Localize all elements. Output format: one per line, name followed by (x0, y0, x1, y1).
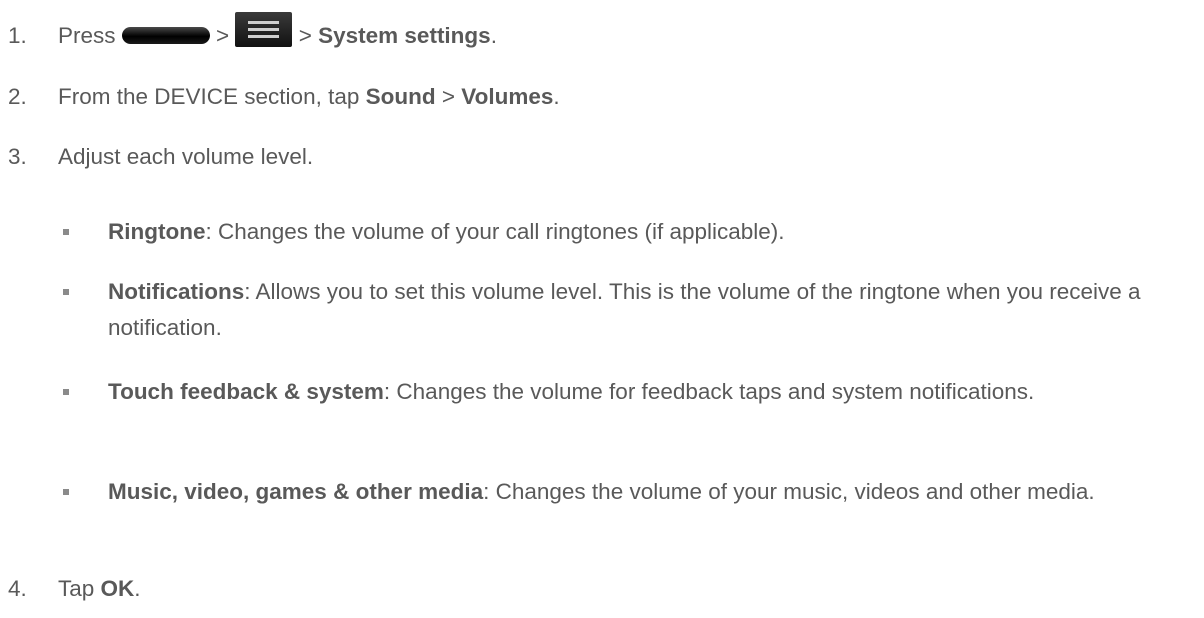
list-item-media: Music, video, games & other media: Chang… (108, 474, 1198, 510)
step-2: 2. From the DEVICE section, tap Sound > V… (8, 84, 560, 110)
bullet-icon (63, 389, 69, 395)
period: . (490, 23, 497, 48)
list-item-ringtone: Ringtone: Changes the volume of your cal… (108, 214, 1198, 250)
list-item-title: Touch feedback & system (108, 379, 384, 404)
step-text: Tap (58, 576, 95, 601)
step-text: Press (58, 23, 116, 48)
step-1: 1. Press > > System settings. (8, 12, 497, 49)
bullet-icon (63, 489, 69, 495)
step-4: 4. Tap OK. (8, 576, 141, 602)
step-number: 3. (8, 144, 27, 169)
list-item-title: Ringtone (108, 219, 206, 244)
step-number: 4. (8, 576, 27, 601)
bullet-icon (63, 289, 69, 295)
bullet-icon (63, 229, 69, 235)
step-text: Adjust each volume level. (58, 144, 314, 169)
ok-label: OK (100, 576, 135, 601)
separator: > (298, 23, 312, 48)
list-item-notifications: Notifications: Allows you to set this vo… (108, 274, 1198, 346)
list-item-title: Notifications (108, 279, 245, 304)
step-3: 3. Adjust each volume level. (8, 144, 313, 170)
list-item-desc: : Changes the volume of your call ringto… (205, 219, 785, 244)
list-item-touch-feedback: Touch feedback & system: Changes the vol… (108, 374, 1198, 410)
step-number: 1. (8, 23, 27, 48)
list-item-desc: : Changes the volume for feedback taps a… (383, 379, 1035, 404)
volumes-label: Volumes (461, 84, 554, 109)
separator: > (441, 84, 456, 109)
period: . (553, 84, 560, 109)
home-key-icon (121, 27, 210, 44)
step-number: 2. (8, 84, 27, 109)
menu-key-icon (235, 12, 293, 47)
step-text: From the DEVICE section, tap (58, 84, 360, 109)
sound-label: Sound (365, 84, 436, 109)
separator: > (216, 23, 230, 48)
period: . (134, 576, 141, 601)
list-item-desc: : Allows you to set this volume level. T… (108, 279, 1141, 340)
list-item-title: Music, video, games & other media (108, 479, 484, 504)
system-settings-label: System settings (318, 23, 491, 48)
list-item-desc: : Changes the volume of your music, vide… (483, 479, 1095, 504)
